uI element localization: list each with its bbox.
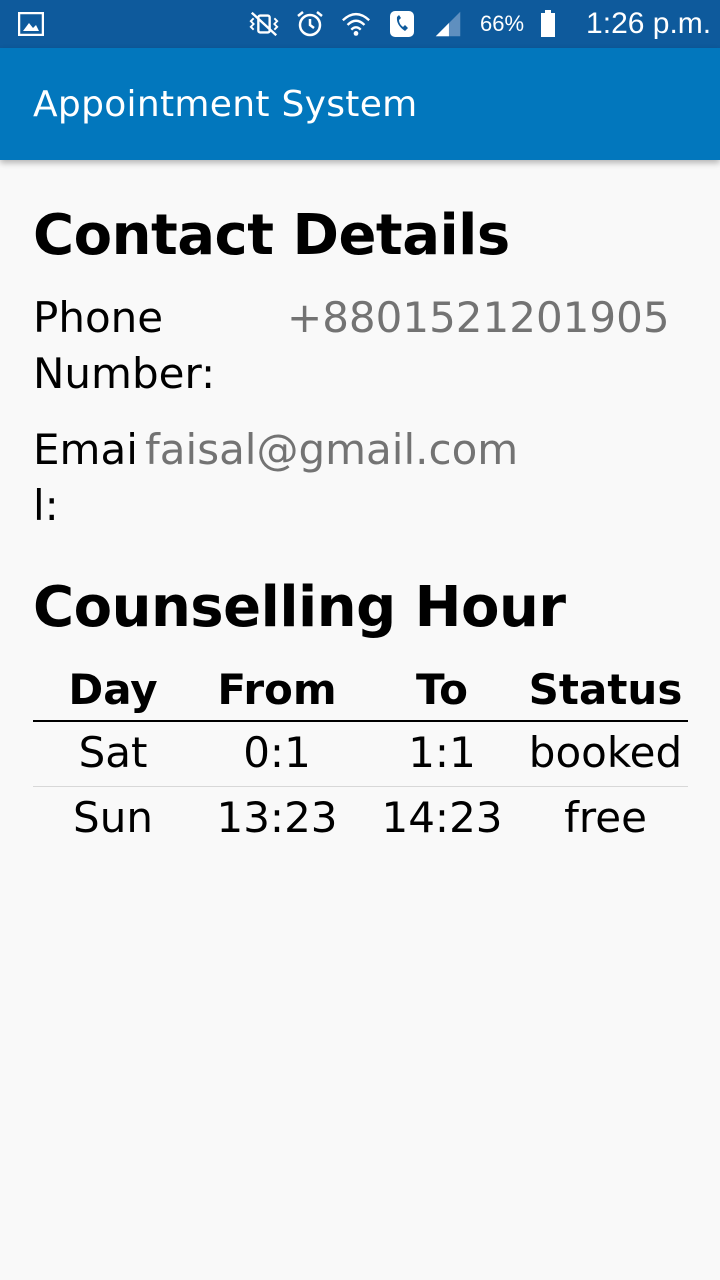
battery-percentage: 66% (480, 11, 525, 36)
battery-icon (538, 8, 558, 40)
app-title: Appointment System (33, 84, 418, 125)
counselling-table: Day From To Status Sat 0:1 1:1 booked Su… (33, 660, 688, 851)
counselling-hour-heading: Counselling Hour (33, 575, 566, 640)
table-header-row: Day From To Status (33, 660, 688, 722)
wifi-icon (340, 8, 372, 40)
day-cell: Sun (73, 793, 153, 842)
to-cell: 1:1 (408, 728, 476, 777)
table-row: Sat 0:1 1:1 booked (33, 722, 688, 787)
gallery-icon (17, 11, 45, 37)
contact-details-heading: Contact Details (33, 203, 510, 268)
to-cell: 14:23 (381, 793, 503, 842)
mute-vibrate-icon (248, 8, 280, 40)
signal-icon (432, 8, 464, 40)
day-cell: Sat (78, 728, 148, 777)
status-cell: booked (528, 728, 683, 777)
email-label: Email: (33, 425, 138, 530)
app-bar: Appointment System (0, 48, 720, 160)
from-cell: 0:1 (243, 728, 311, 777)
clock: 1:26 p.m. (586, 7, 712, 40)
phone-label: Phone Number: (33, 293, 216, 398)
status-cell: free (564, 793, 647, 842)
table-row: Sun 13:23 14:23 free (33, 787, 688, 851)
email-value[interactable]: faisal@gmail.com (145, 422, 518, 478)
alarm-icon (294, 8, 326, 40)
column-header-to: To (416, 665, 468, 714)
from-cell: 13:23 (216, 793, 338, 842)
column-header-day: Day (68, 665, 158, 714)
call-icon (386, 8, 418, 40)
column-header-from: From (217, 665, 337, 714)
phone-value[interactable]: +8801521201905 (287, 290, 670, 346)
status-bar: 66% 1:26 p.m. (0, 0, 720, 48)
column-header-status: Status (528, 665, 683, 714)
